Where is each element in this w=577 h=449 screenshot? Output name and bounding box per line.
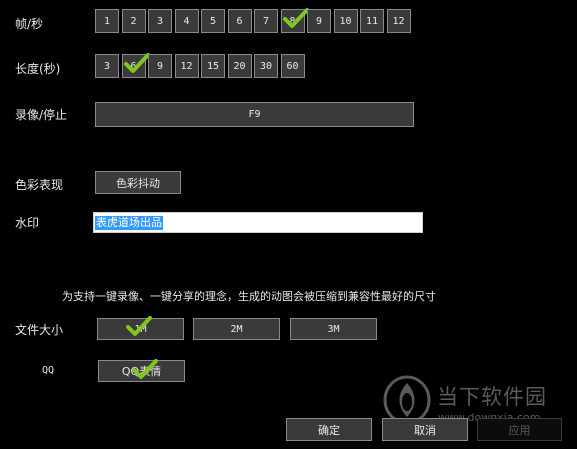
- record-hotkey-button[interactable]: F9: [95, 102, 414, 127]
- fps-option-12[interactable]: 12: [386, 9, 411, 33]
- watermark-text: 表虎道场出品: [95, 215, 163, 230]
- fps-option-3[interactable]: 3: [148, 9, 172, 33]
- fps-option-7[interactable]: 7: [254, 9, 278, 33]
- fps-option-9[interactable]: 9: [307, 9, 331, 33]
- fps-option-10[interactable]: 10: [333, 9, 358, 33]
- fps-option-11[interactable]: 11: [360, 9, 384, 33]
- duration-option-20[interactable]: 20: [227, 54, 252, 78]
- qq-label: QQ: [42, 365, 55, 376]
- duration-option-6[interactable]: 6: [121, 54, 146, 78]
- fps-option-5[interactable]: 5: [201, 9, 225, 33]
- duration-option-12[interactable]: 12: [174, 54, 199, 78]
- brand-name: 当下软件园: [437, 385, 547, 409]
- cancel-button[interactable]: 取消: [382, 418, 468, 441]
- watermark-label: 水印: [15, 216, 40, 230]
- duration-option-9[interactable]: 9: [148, 54, 172, 78]
- duration-label: 长度(秒): [15, 62, 61, 76]
- filesize-label: 文件大小: [15, 323, 64, 337]
- filesize-1m-button[interactable]: 1M: [97, 318, 184, 340]
- watermark-input[interactable]: 表虎道场出品: [93, 212, 423, 233]
- duration-option-3[interactable]: 3: [95, 54, 119, 78]
- filesize-3m-button[interactable]: 3M: [290, 318, 377, 340]
- fps-option-8[interactable]: 8: [280, 9, 305, 33]
- qq-emoji-button[interactable]: QQ表情: [98, 360, 185, 382]
- duration-option-15[interactable]: 15: [201, 54, 225, 78]
- fps-option-4[interactable]: 4: [174, 9, 199, 33]
- filesize-2m-button[interactable]: 2M: [193, 318, 280, 340]
- ok-button[interactable]: 确定: [286, 418, 372, 441]
- dither-button[interactable]: 色彩抖动: [95, 171, 181, 194]
- fps-option-6[interactable]: 6: [227, 9, 252, 33]
- info-text: 为支持一键录像、一键分享的理念，生成的动图会被压缩到兼容性最好的尺寸: [62, 290, 436, 303]
- record-label: 录像/停止: [15, 108, 68, 122]
- fps-option-1[interactable]: 1: [95, 9, 119, 33]
- fps-option-2[interactable]: 2: [121, 9, 146, 33]
- fps-label: 帧/秒: [15, 17, 44, 31]
- color-label: 色彩表现: [15, 178, 64, 192]
- duration-option-30[interactable]: 30: [254, 54, 278, 78]
- duration-option-60[interactable]: 60: [280, 54, 305, 78]
- apply-button[interactable]: 应用: [477, 418, 562, 441]
